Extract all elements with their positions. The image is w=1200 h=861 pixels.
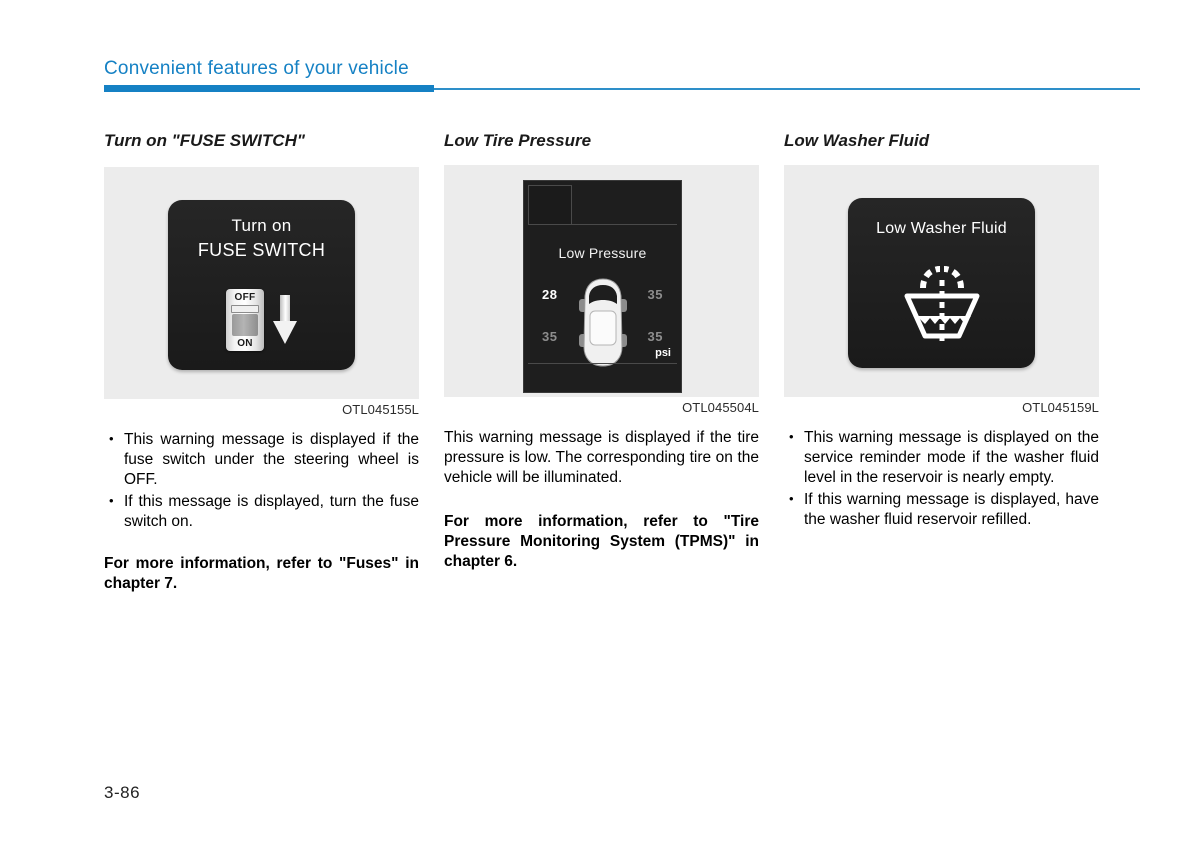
car-top-view-icon <box>577 277 629 374</box>
column-low-washer-fluid: Low Washer Fluid Low Washer Fluid OTL045… <box>784 131 1099 532</box>
body-copy-fuse-switch: This warning message is displayed if the… <box>104 429 419 594</box>
section-heading-low-tire-pressure: Low Tire Pressure <box>444 131 592 150</box>
rocker-on-label: ON <box>237 338 253 350</box>
cross-reference-note: For more information, refer to "Tire Pre… <box>444 513 759 571</box>
fuse-display-line1: Turn on <box>231 216 292 236</box>
header-accent-bar <box>104 85 434 92</box>
column-low-tire-pressure: Low Tire Pressure Low Pressure 28 35 35 … <box>444 131 759 572</box>
figure-fuse-switch: Turn on FUSE SWITCH OFF ON <box>104 167 419 400</box>
note-block-fuse-switch: For more information, refer to "Fuses" i… <box>104 554 419 594</box>
tpms-value-front-left: 28 <box>542 287 558 303</box>
figure-low-tire-pressure: Low Pressure 28 35 35 35 psi <box>444 165 759 398</box>
tpms-unit-label: psi <box>655 347 671 360</box>
tpms-value-rear-right: 35 <box>647 329 663 345</box>
list-item: If this message is displayed, turn the f… <box>104 491 419 532</box>
figure-caption-low-tire-pressure: OTL045504L <box>682 400 759 416</box>
tpms-value-rear-left: 35 <box>542 329 558 345</box>
cluster-display-tpms: Low Pressure 28 35 35 35 psi <box>523 180 682 394</box>
header-rule <box>434 88 1140 90</box>
fuse-switch-graphic: OFF ON <box>168 286 355 354</box>
bullet-list-low-washer-fluid: This warning message is displayed on the… <box>784 427 1099 530</box>
figure-low-washer-fluid: Low Washer Fluid <box>784 165 1099 398</box>
windshield-washer-icon <box>893 266 991 349</box>
figure-caption-low-washer-fluid: OTL045159L <box>1022 400 1099 416</box>
list-item: This warning message is displayed if the… <box>104 429 419 490</box>
tpms-divider-bottom <box>528 363 677 365</box>
page-title: Convenient features of your vehicle <box>104 58 409 79</box>
column-fuse-switch: Turn on "FUSE SWITCH" Turn on FUSE SWITC… <box>104 131 419 594</box>
fuse-display-line2: FUSE SWITCH <box>197 240 326 261</box>
section-heading-low-washer-fluid: Low Washer Fluid <box>784 131 930 150</box>
cluster-display-washer-fluid: Low Washer Fluid <box>848 198 1035 369</box>
cluster-display-fuse-switch: Turn on FUSE SWITCH OFF ON <box>168 200 355 371</box>
tpms-value-front-right: 35 <box>647 287 663 303</box>
rocker-slot <box>231 305 259 314</box>
washer-display-title: Low Washer Fluid <box>876 220 1007 238</box>
tpms-status-box <box>528 185 572 226</box>
description-paragraph: This warning message is displayed if the… <box>444 429 759 487</box>
body-copy-low-tire-pressure: This warning message is displayed if the… <box>444 428 759 572</box>
tpms-title: Low Pressure <box>558 245 647 262</box>
down-arrow-icon <box>273 295 297 345</box>
figure-caption-fuse-switch: OTL045155L <box>342 402 419 418</box>
rocker-off-label: OFF <box>234 292 256 304</box>
rocker-toggle-block <box>232 314 258 337</box>
list-item: If this warning message is displayed, ha… <box>784 489 1099 530</box>
cross-reference-note: For more information, refer to "Fuses" i… <box>104 555 419 593</box>
list-item: This warning message is displayed on the… <box>784 427 1099 488</box>
rocker-switch-icon: OFF ON <box>226 289 264 352</box>
note-block-low-tire-pressure: For more information, refer to "Tire Pre… <box>444 512 759 572</box>
body-copy-low-washer-fluid: This warning message is displayed on the… <box>784 427 1099 530</box>
tpms-divider-top <box>528 224 677 226</box>
page-number: 3-86 <box>104 783 141 802</box>
bullet-list-fuse-switch: This warning message is displayed if the… <box>104 429 419 532</box>
section-heading-fuse-switch: Turn on "FUSE SWITCH" <box>104 131 305 150</box>
